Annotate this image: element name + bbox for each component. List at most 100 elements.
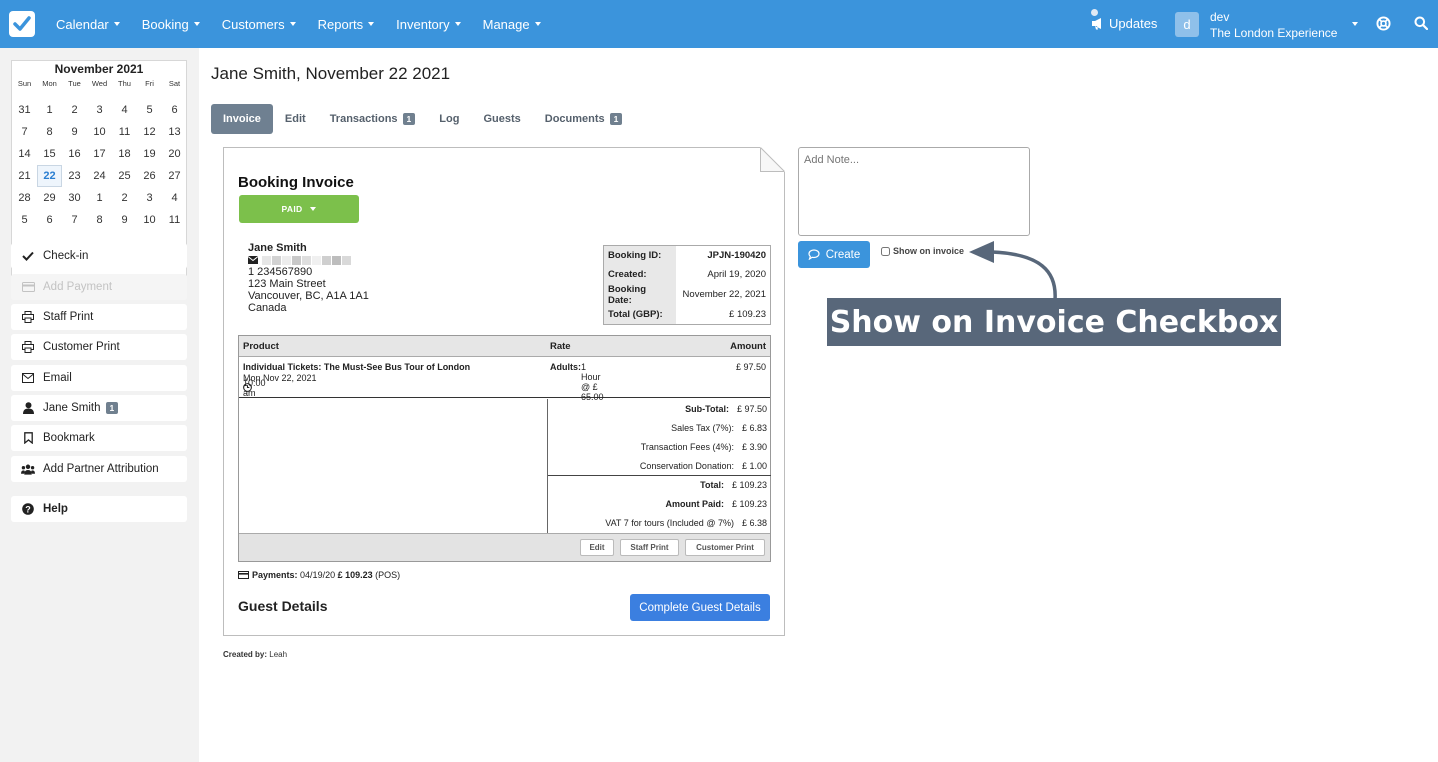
calendar-day[interactable]: 5: [12, 209, 37, 231]
calendar-day[interactable]: 9: [62, 121, 87, 143]
payments-summary: Payments: 04/19/20 £ 109.23 (POS): [238, 570, 400, 580]
help-lifebuoy-icon[interactable]: [1376, 16, 1391, 34]
calendar-day[interactable]: 10: [137, 209, 162, 231]
help-button[interactable]: ? Help: [11, 496, 187, 522]
avatar[interactable]: d: [1175, 12, 1199, 37]
add-note-textarea[interactable]: [798, 147, 1030, 236]
calendar-day[interactable]: 6: [37, 209, 62, 231]
calendar-day[interactable]: 11: [112, 121, 137, 143]
tab-edit[interactable]: Edit: [273, 104, 318, 134]
calendar-day[interactable]: 20: [162, 143, 187, 165]
calendar-day[interactable]: 15: [37, 143, 62, 165]
show-on-invoice-checkbox[interactable]: Show on invoice: [881, 246, 964, 256]
calendar-day[interactable]: 22: [37, 165, 62, 187]
invoice-line-items: Product Rate Amount Individual Tickets: …: [238, 335, 771, 562]
calendar-day[interactable]: 4: [112, 99, 137, 121]
add-partner-label: Add Partner Attribution: [43, 463, 159, 475]
create-note-button[interactable]: Create: [798, 241, 870, 268]
customer-country: Canada: [248, 302, 287, 314]
app-logo-checkmark-icon[interactable]: [9, 11, 35, 37]
credit-card-icon: [21, 282, 35, 292]
updates-button[interactable]: Updates: [1091, 16, 1157, 31]
calendar-day[interactable]: 2: [62, 99, 87, 121]
calendar-day[interactable]: 31: [12, 99, 37, 121]
calendar-day[interactable]: 7: [12, 121, 37, 143]
calendar-day[interactable]: 17: [87, 143, 112, 165]
nav-manage[interactable]: Manage: [483, 17, 541, 32]
checkin-button[interactable]: Check-in: [11, 243, 187, 269]
weekday-label: Wed: [91, 79, 108, 88]
tab-transactions[interactable]: Transactions 1: [318, 104, 428, 134]
customer-address: Jane Smith 1 234567890 123 Main Street V…: [248, 242, 369, 314]
customer-button[interactable]: Jane Smith 1: [11, 395, 187, 421]
calendar-day[interactable]: 1: [87, 187, 112, 209]
nav-booking[interactable]: Booking: [142, 17, 200, 32]
add-partner-attribution-button[interactable]: Add Partner Attribution: [11, 456, 187, 482]
chevron-down-icon[interactable]: [1352, 22, 1358, 26]
tab-documents[interactable]: Documents 1: [533, 104, 635, 134]
staff-print-button[interactable]: Staff Print: [11, 304, 187, 330]
calendar-day[interactable]: 24: [87, 165, 112, 187]
calendar-day[interactable]: 4: [162, 187, 187, 209]
calendar-day[interactable]: 7: [62, 209, 87, 231]
nav-calendar[interactable]: Calendar: [56, 17, 120, 32]
calendar-day[interactable]: 30: [62, 187, 87, 209]
calendar-day[interactable]: 11: [162, 209, 187, 231]
envelope-icon: [21, 373, 35, 383]
calendar-day[interactable]: 10: [87, 121, 112, 143]
customer-street: 123 Main Street: [248, 278, 326, 290]
customer-print-button[interactable]: Customer Print: [11, 334, 187, 360]
table-row: Individual Tickets: The Must-See Bus Tou…: [239, 357, 770, 402]
add-payment-button[interactable]: Add Payment: [11, 274, 187, 300]
organization-name: The London Experience: [1210, 26, 1338, 40]
calendar-day[interactable]: 25: [112, 165, 137, 187]
calendar-day[interactable]: 3: [137, 187, 162, 209]
total-gbp-label: Total (GBP):: [603, 305, 676, 325]
calendar-day[interactable]: 8: [87, 209, 112, 231]
bookmark-button[interactable]: Bookmark: [11, 425, 187, 451]
calendar-day[interactable]: 23: [62, 165, 87, 187]
calendar-day[interactable]: 29: [37, 187, 62, 209]
calendar-day[interactable]: 12: [137, 121, 162, 143]
calendar-day[interactable]: 13: [162, 121, 187, 143]
check-icon: [21, 251, 35, 261]
calendar-day[interactable]: 27: [162, 165, 187, 187]
calendar-day[interactable]: 19: [137, 143, 162, 165]
tab-log[interactable]: Log: [427, 104, 471, 134]
payment-status-dropdown[interactable]: PAID: [239, 195, 359, 223]
calendar-day[interactable]: 18: [112, 143, 137, 165]
tab-invoice[interactable]: Invoice: [211, 104, 273, 134]
nav-inventory[interactable]: Inventory: [396, 17, 461, 32]
booking-id: JPJN-190420: [707, 249, 766, 261]
payments-date: 04/19/20: [300, 570, 336, 580]
tab-guests[interactable]: Guests: [471, 104, 532, 134]
calendar-day[interactable]: 16: [62, 143, 87, 165]
weekday-label: Sat: [168, 79, 181, 88]
calendar-day[interactable]: 21: [12, 165, 37, 187]
show-on-invoice-input[interactable]: [881, 246, 890, 256]
customer-print-button[interactable]: Customer Print: [685, 539, 765, 556]
email-button[interactable]: Email: [11, 365, 187, 391]
edit-button[interactable]: Edit: [580, 539, 614, 556]
calendar-day[interactable]: 2: [112, 187, 137, 209]
calendar-day[interactable]: 3: [87, 99, 112, 121]
booking-info-table: Booking ID: JPJN-190420 Created: April 19,…: [603, 245, 771, 325]
search-icon[interactable]: [1414, 16, 1429, 33]
calendar-day[interactable]: 1: [37, 99, 62, 121]
user-menu[interactable]: dev The London Experience: [1210, 9, 1342, 41]
nav-customers[interactable]: Customers: [222, 17, 296, 32]
user-name: dev: [1210, 10, 1230, 24]
calendar-day[interactable]: 26: [137, 165, 162, 187]
calendar-day[interactable]: 9: [112, 209, 137, 231]
calendar-day[interactable]: 8: [37, 121, 62, 143]
customer-print-label: Customer Print: [43, 341, 120, 353]
staff-print-button[interactable]: Staff Print: [620, 539, 679, 556]
complete-guest-details-button[interactable]: Complete Guest Details: [630, 594, 770, 621]
calendar-day[interactable]: 14: [12, 143, 37, 165]
calendar-day[interactable]: 6: [162, 99, 187, 121]
calendar-day[interactable]: 28: [12, 187, 37, 209]
calendar-day[interactable]: 5: [137, 99, 162, 121]
nav-reports[interactable]: Reports: [318, 17, 375, 32]
add-payment-label: Add Payment: [43, 281, 113, 293]
amount-paid-row: Amount Paid: £ 109.23: [665, 498, 767, 509]
